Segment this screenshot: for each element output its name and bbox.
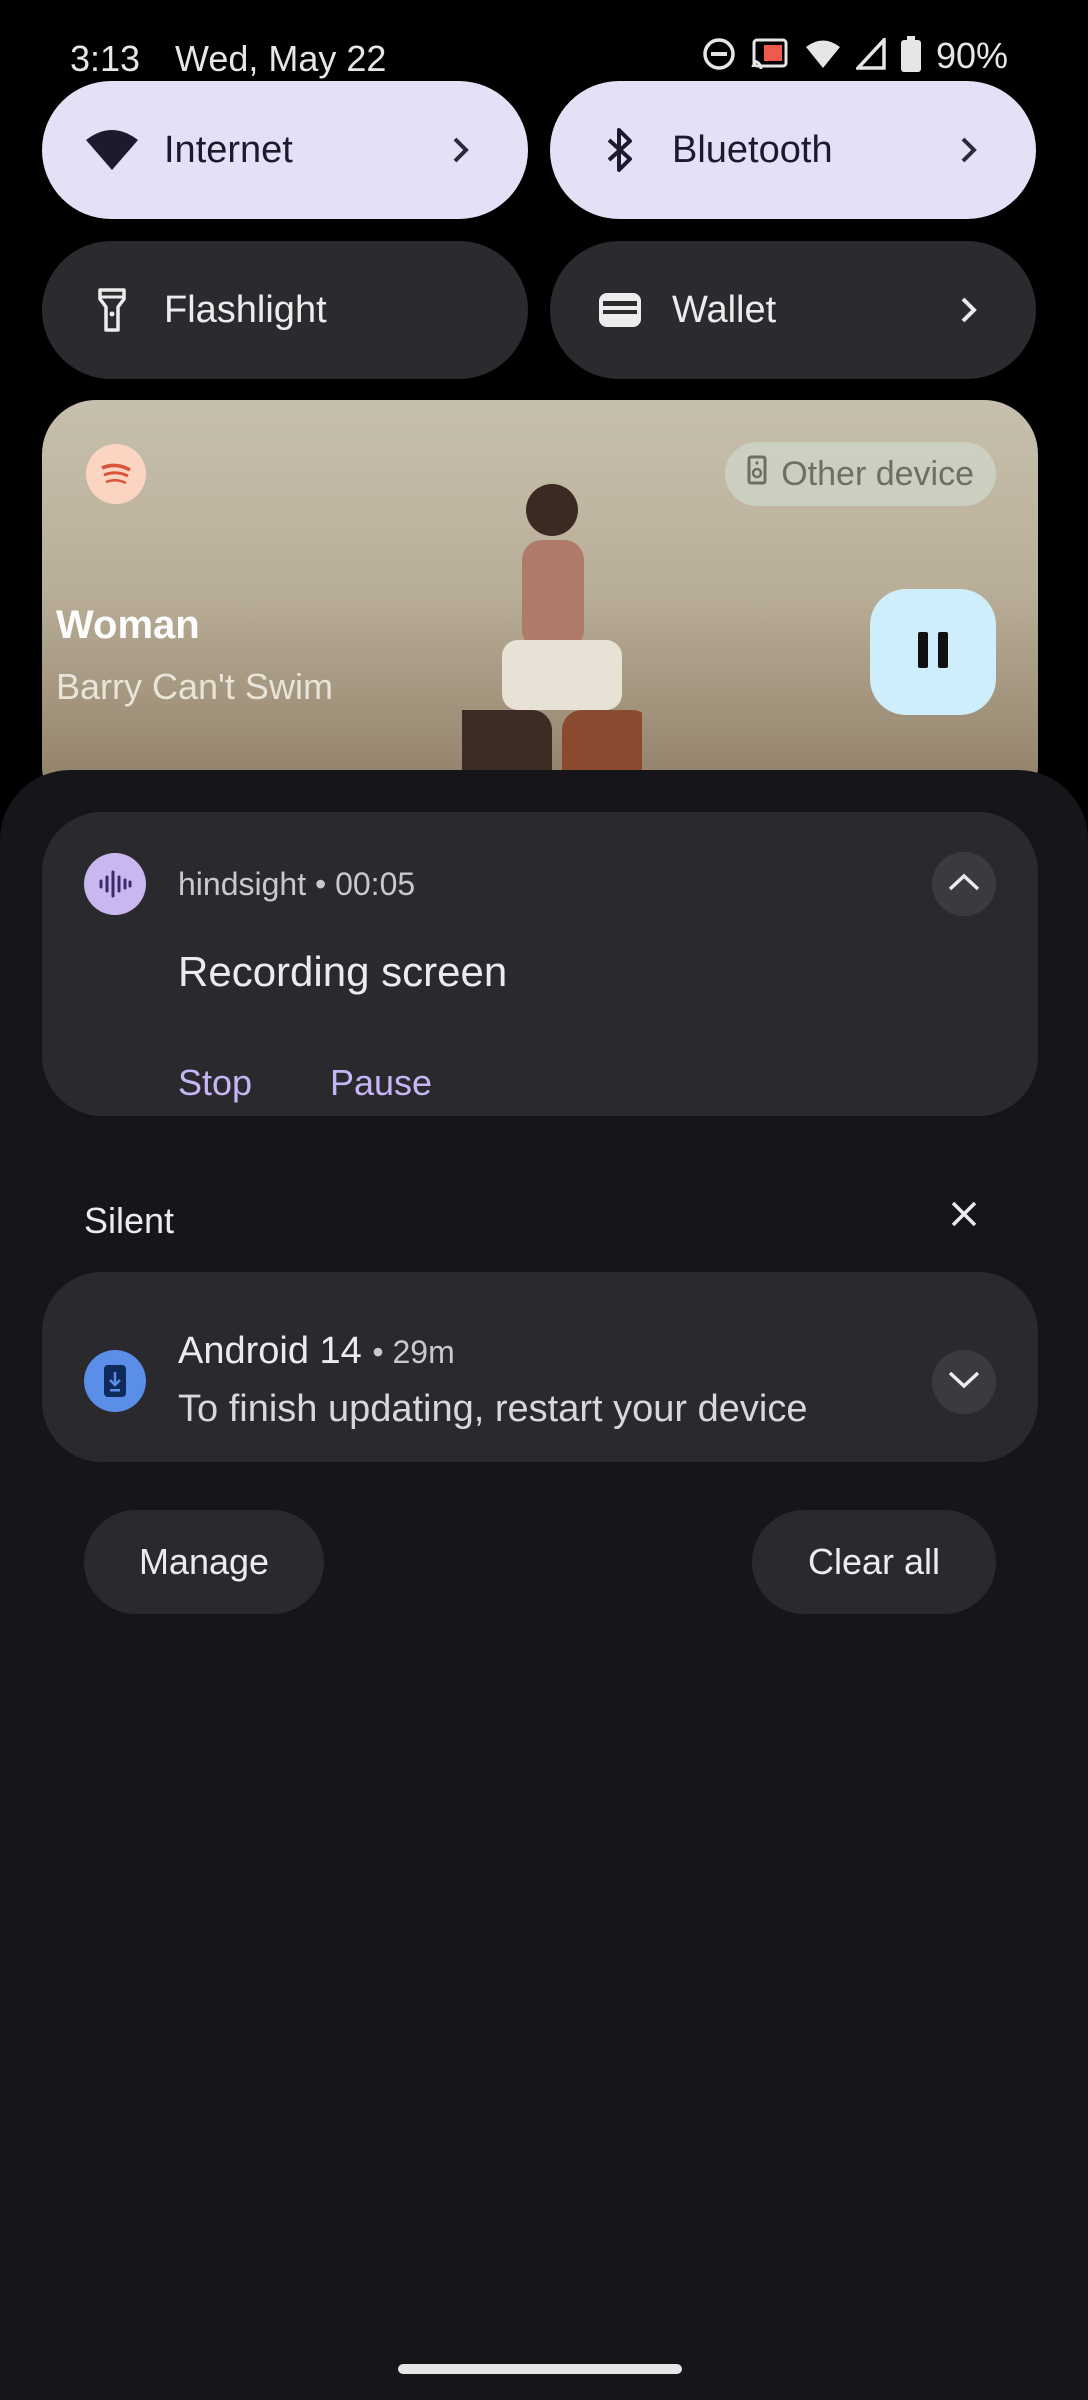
wifi-icon (82, 120, 142, 180)
song-title: Woman (56, 603, 200, 647)
chevron-down-icon (947, 1370, 981, 1395)
status-date: Wed, May 22 (175, 38, 387, 79)
tile-bluetooth[interactable]: Bluetooth (550, 81, 1036, 219)
system-update-icon (84, 1350, 146, 1412)
flashlight-icon (82, 280, 142, 340)
tile-internet-label: Internet (164, 128, 293, 171)
album-art-image (462, 484, 642, 800)
clear-all-button[interactable]: Clear all (752, 1510, 996, 1614)
tile-bluetooth-label: Bluetooth (672, 128, 833, 171)
recording-title: Recording screen (178, 948, 508, 995)
pause-button[interactable] (870, 589, 996, 715)
chevron-right-icon (436, 125, 486, 175)
tile-flashlight-label: Flashlight (164, 288, 327, 331)
artist-name: Barry Can't Swim (56, 666, 333, 707)
spotify-icon[interactable] (86, 444, 146, 504)
output-device-chip[interactable]: Other device (725, 442, 996, 506)
pause-icon (916, 630, 950, 675)
stop-button[interactable]: Stop (178, 1062, 252, 1104)
speaker-icon (747, 455, 767, 494)
update-message: To finish updating, restart your device (178, 1388, 808, 1430)
silent-section-header: Silent (84, 1200, 175, 1241)
tile-wallet[interactable]: Wallet (550, 241, 1036, 379)
wifi-icon (804, 38, 842, 75)
recording-elapsed-time: 00:05 (335, 866, 416, 902)
chevron-right-icon (944, 125, 994, 175)
battery-icon (900, 35, 922, 77)
cast-icon (750, 37, 790, 76)
recording-app-line: hindsight • 00:05 (128, 866, 415, 903)
recording-app-name: hindsight (178, 866, 307, 902)
do-not-disturb-icon (702, 37, 736, 76)
home-indicator[interactable] (398, 2364, 682, 2374)
wallet-icon (590, 280, 650, 340)
update-title-line: Android 14 • 29m (178, 1330, 455, 1373)
media-player-card[interactable]: Other device Woman Barry Can't Swim (42, 400, 1038, 820)
tile-flashlight[interactable]: Flashlight (42, 241, 528, 379)
expand-button[interactable] (932, 1350, 996, 1414)
update-app-name: Android 14 (178, 1330, 362, 1372)
battery-percent: 90% (935, 35, 1008, 76)
close-icon (950, 1200, 978, 1233)
clear-silent-button[interactable] (944, 1196, 984, 1236)
signal-icon (853, 35, 886, 75)
chevron-up-icon (947, 872, 981, 897)
status-time: 3:13 (70, 38, 141, 79)
bluetooth-icon (590, 120, 650, 180)
collapse-button[interactable] (932, 852, 996, 916)
separator-dot: • (372, 1334, 393, 1370)
chevron-right-icon (944, 285, 994, 335)
update-time: 29m (392, 1334, 455, 1370)
separator-dot: • (314, 866, 336, 902)
pause-recording-button[interactable]: Pause (330, 1062, 432, 1104)
tile-wallet-label: Wallet (672, 288, 777, 331)
manage-button[interactable]: Manage (84, 1510, 324, 1614)
output-device-label: Other device (781, 454, 974, 493)
tile-internet[interactable]: Internet (42, 81, 528, 219)
status-icons: 90% (702, 34, 1008, 78)
